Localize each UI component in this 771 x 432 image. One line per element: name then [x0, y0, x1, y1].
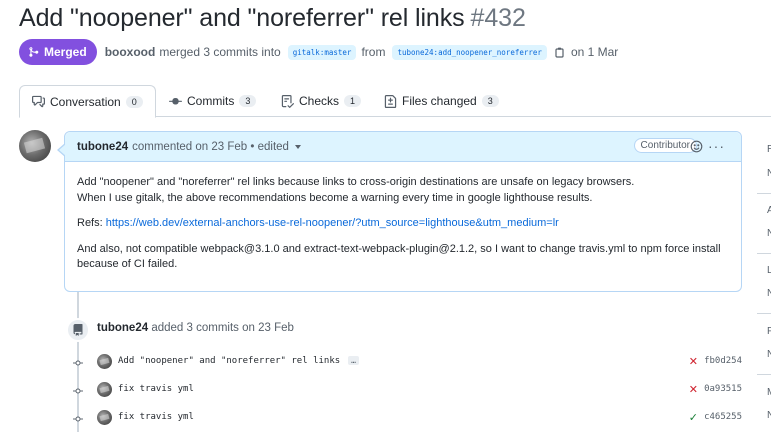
- pr-title: Add "noopener" and "noreferrer" rel link…: [19, 4, 526, 33]
- sidebar-fragment: R: [767, 144, 771, 155]
- sidebar-divider: [757, 253, 771, 254]
- from-text: from: [361, 45, 386, 59]
- smiley-reaction-icon[interactable]: [690, 140, 703, 153]
- pr-title-text: Add "noopener" and "noreferrer" rel link…: [19, 4, 465, 32]
- comment-header: tubone24 commented on 23 Feb • edited Co…: [65, 132, 741, 162]
- pr-number: #432: [470, 4, 526, 32]
- tab-checks[interactable]: Checks 1: [269, 85, 373, 117]
- merged-state-badge: Merged: [19, 39, 97, 65]
- git-commit-icon: [169, 97, 182, 105]
- comment-body: Add "noopener" and "noreferrer" rel link…: [65, 162, 741, 273]
- expand-commit-button[interactable]: …: [348, 356, 359, 365]
- tab-commits[interactable]: Commits 3: [157, 85, 268, 117]
- tab-conversation-count: 0: [125, 95, 143, 108]
- tab-checks-count: 1: [344, 95, 362, 107]
- commit-message[interactable]: fix travis yml: [118, 412, 194, 422]
- sidebar-fragment: L: [767, 265, 771, 276]
- sidebar-fragment: P: [767, 326, 771, 337]
- commit-sha[interactable]: fb0d254: [704, 356, 742, 366]
- base-branch[interactable]: gitalk:master: [287, 44, 357, 60]
- tab-commits-label: Commits: [187, 94, 235, 108]
- commit-sha[interactable]: 0a93515: [704, 384, 742, 394]
- contributor-badge: Contributor: [633, 138, 697, 153]
- commits-added-event: tubone24 added 3 commits on 23 Feb: [97, 322, 294, 334]
- commit-row: fix travis yml ✕ 0a93515: [70, 380, 742, 400]
- comment-paragraph: Add "noopener" and "noreferrer" rel link…: [77, 175, 729, 206]
- sidebar-divider: [757, 193, 771, 194]
- commit-author-avatar[interactable]: [97, 410, 112, 425]
- tab-commits-count: 3: [239, 95, 257, 107]
- sidebar-fragment: A: [767, 205, 771, 216]
- sidebar-divider: [757, 374, 771, 375]
- comment-line: When I use gitalk, the above recommendat…: [77, 191, 593, 204]
- refs-label: Refs:: [77, 217, 103, 229]
- tab-conversation[interactable]: Conversation 0: [19, 85, 156, 118]
- refs-link[interactable]: https://web.dev/external-anchors-use-rel…: [106, 217, 559, 229]
- comment-paragraph: And also, not compatible webpack@3.1.0 a…: [77, 242, 721, 271]
- copy-icon[interactable]: [555, 47, 565, 58]
- check-success-icon[interactable]: ✓: [689, 411, 698, 424]
- git-commit-icon: [73, 416, 83, 422]
- tab-files-changed-count: 3: [481, 95, 499, 107]
- sidebar-fragment: N: [767, 228, 771, 239]
- pr-description-comment: tubone24 commented on 23 Feb • edited Co…: [57, 131, 742, 292]
- git-commit-icon: [73, 388, 83, 394]
- commit-message[interactable]: Add "noopener" and "noreferrer" rel link…: [118, 356, 359, 366]
- commit-row: fix travis yml ✓ c465255: [70, 408, 742, 428]
- commit-author-avatar[interactable]: [97, 382, 112, 397]
- edited-dropdown-caret-icon[interactable]: [294, 144, 301, 149]
- comment-timestamp[interactable]: commented on 23 Feb • edited: [132, 141, 289, 153]
- pr-tabs: Conversation 0 Commits 3 Checks 1 Files …: [19, 85, 771, 118]
- sidebar-fragment: N: [767, 349, 771, 360]
- git-merge-icon: [29, 47, 39, 57]
- commit-message[interactable]: fix travis yml: [118, 384, 194, 394]
- sidebar-fragment: N: [767, 410, 771, 421]
- tab-files-changed[interactable]: Files changed 3: [372, 85, 511, 117]
- repo-push-icon: [66, 318, 90, 342]
- comment-author[interactable]: tubone24: [77, 141, 128, 153]
- comment-author-avatar[interactable]: [19, 130, 51, 162]
- merger-link[interactable]: booxood: [105, 45, 156, 59]
- tab-checks-label: Checks: [299, 94, 340, 108]
- comment-discussion-icon: [32, 95, 45, 108]
- file-diff-icon: [384, 94, 397, 108]
- pr-meta: Merged booxood merged 3 commits into git…: [19, 39, 620, 65]
- sidebar-fragment: N: [767, 288, 771, 299]
- sidebar-divider: [757, 313, 771, 314]
- push-event-text: added 3 commits on 23 Feb: [151, 322, 294, 334]
- head-branch[interactable]: tubone24:add_noopener_noreferrer: [392, 44, 547, 60]
- sidebar-fragment: N: [767, 168, 771, 179]
- sidebar-fragment: M: [767, 387, 771, 398]
- git-commit-icon: [73, 360, 83, 366]
- commit-message-text[interactable]: Add "noopener" and "noreferrer" rel link…: [118, 356, 340, 366]
- kebab-menu-icon[interactable]: ···: [708, 139, 725, 153]
- comment-refs: Refs: https://web.dev/external-anchors-u…: [77, 216, 729, 232]
- push-author[interactable]: tubone24: [97, 322, 148, 334]
- tab-conversation-label: Conversation: [50, 94, 121, 109]
- commit-row: Add "noopener" and "noreferrer" rel link…: [70, 352, 742, 372]
- merged-state-label: Merged: [44, 45, 87, 59]
- x-failure-icon[interactable]: ✕: [689, 355, 698, 368]
- tab-files-changed-label: Files changed: [402, 94, 477, 108]
- commit-sha[interactable]: c465255: [704, 412, 742, 422]
- comment-line: Add "noopener" and "noreferrer" rel link…: [77, 176, 635, 188]
- merge-action-text: merged 3 commits into: [159, 45, 281, 59]
- x-failure-icon[interactable]: ✕: [689, 383, 698, 396]
- commit-author-avatar[interactable]: [97, 354, 112, 369]
- merge-date: on 1 Mar: [570, 45, 619, 59]
- checklist-icon: [281, 94, 294, 108]
